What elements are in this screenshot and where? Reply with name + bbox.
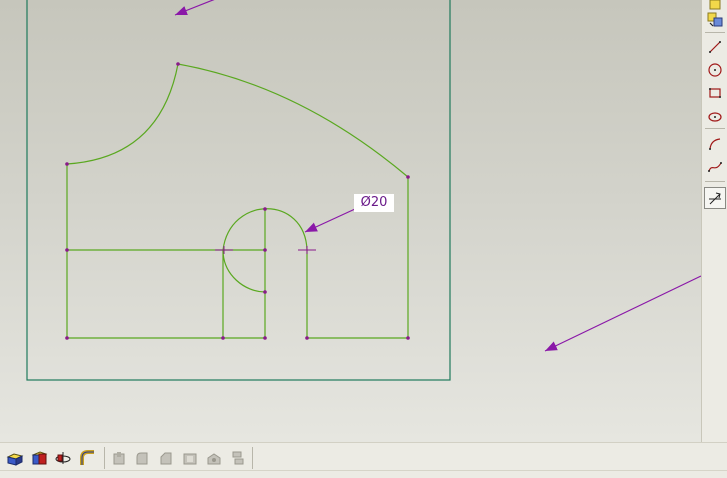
extrude-icon[interactable]	[4, 447, 26, 469]
sketch-canvas[interactable]	[0, 0, 701, 442]
revolve-icon[interactable]	[52, 447, 74, 469]
arc-icon[interactable]	[704, 133, 726, 155]
vertex-point	[406, 336, 410, 340]
vertex-point	[65, 336, 69, 340]
fillet-icon	[131, 447, 153, 469]
vertex-point	[263, 336, 267, 340]
vertex-point	[65, 248, 69, 252]
hole-icon	[203, 447, 225, 469]
vertex-point	[406, 175, 410, 179]
vertex-point	[263, 207, 267, 211]
sketch-frame	[26, 0, 451, 381]
sketch-properties-icon[interactable]	[704, 8, 726, 30]
trim-icon[interactable]	[704, 187, 726, 209]
vertex-point	[305, 336, 309, 340]
sketch-arc[interactable]	[66, 63, 179, 165]
vertex-point	[65, 162, 69, 166]
vertex-point	[221, 336, 225, 340]
ellipse-icon[interactable]	[704, 105, 726, 127]
vertex-point	[176, 62, 180, 66]
graphics-viewport[interactable]: Ø20	[0, 0, 701, 442]
diameter-dimension-label[interactable]: Ø20	[354, 194, 394, 212]
sketch-toolbar	[701, 0, 727, 442]
shell-icon	[179, 447, 201, 469]
annotation-arrows	[174, 0, 701, 352]
cut-icon[interactable]	[28, 447, 50, 469]
sketch-arc[interactable]	[177, 63, 409, 178]
vertex-point	[263, 248, 267, 252]
pointer-arrow	[544, 275, 701, 352]
status-strip	[0, 470, 727, 478]
rectangle-icon[interactable]	[704, 82, 726, 104]
chamfer-icon	[155, 447, 177, 469]
pattern-icon	[227, 447, 249, 469]
spline-icon[interactable]	[704, 156, 726, 178]
line-icon[interactable]	[704, 36, 726, 58]
dimension-leader-arrow	[304, 208, 356, 233]
sweep-icon[interactable]	[76, 447, 98, 469]
vertex-point	[263, 290, 267, 294]
pointer-arrow	[174, 0, 215, 16]
boss-icon	[108, 447, 130, 469]
circle-icon[interactable]	[704, 59, 726, 81]
sketch-arc[interactable]	[222, 249, 266, 293]
